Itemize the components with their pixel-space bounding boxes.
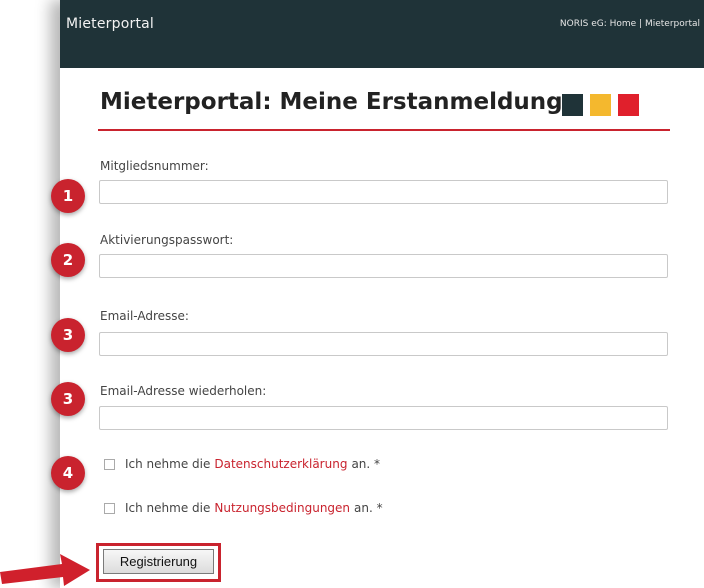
step-badge-2: 2 [51,243,85,277]
terms-checkbox[interactable] [104,502,115,514]
swatch-dark [562,94,583,116]
terms-suffix: an. * [354,501,383,515]
privacy-checkbox[interactable] [104,458,115,470]
pointer-arrow-icon [0,554,90,586]
step-badge-3a: 3 [51,318,85,352]
email-repeat-input[interactable] [99,406,668,430]
nav-link-home[interactable]: NORIS eG: Home [560,19,636,29]
title-divider [98,129,670,131]
field-label-aktivierungspasswort: Aktivierungspasswort: [100,233,234,247]
email-input[interactable] [99,332,668,356]
field-label-email: Email-Adresse: [100,309,189,323]
mitgliedsnummer-input[interactable] [99,180,668,204]
field-label-email-repeat: Email-Adresse wiederholen: [100,384,267,398]
swatch-red [618,94,639,116]
step-badge-4: 4 [51,456,85,490]
privacy-consent-row: Ich nehme die Datenschutzerklärung an. * [104,456,380,472]
field-label-mitgliedsnummer: Mitgliedsnummer: [100,159,209,173]
terms-of-use-link[interactable]: Nutzungsbedingungen [214,501,350,515]
privacy-policy-link[interactable]: Datenschutzerklärung [214,457,347,471]
page-title: Mieterportal: Meine Erstanmeldung [100,89,563,115]
register-button[interactable]: Registrierung [103,549,214,574]
top-nav-links: NORIS eG: Home | Mieterportal [560,19,700,29]
step-badge-3b: 3 [51,382,85,416]
swatch-yellow [590,94,611,116]
aktivierungspasswort-input[interactable] [99,254,668,278]
nav-separator: | [636,19,645,29]
terms-consent-row: Ich nehme die Nutzungsbedingungen an. * [104,500,383,516]
privacy-prefix: Ich nehme die [125,457,211,471]
nav-link-mieterportal[interactable]: Mieterportal [645,19,700,29]
top-bar [60,0,704,68]
step-badge-1: 1 [51,179,85,213]
terms-prefix: Ich nehme die [125,501,211,515]
privacy-suffix: an. * [351,457,381,471]
app-title: Mieterportal [66,16,155,32]
